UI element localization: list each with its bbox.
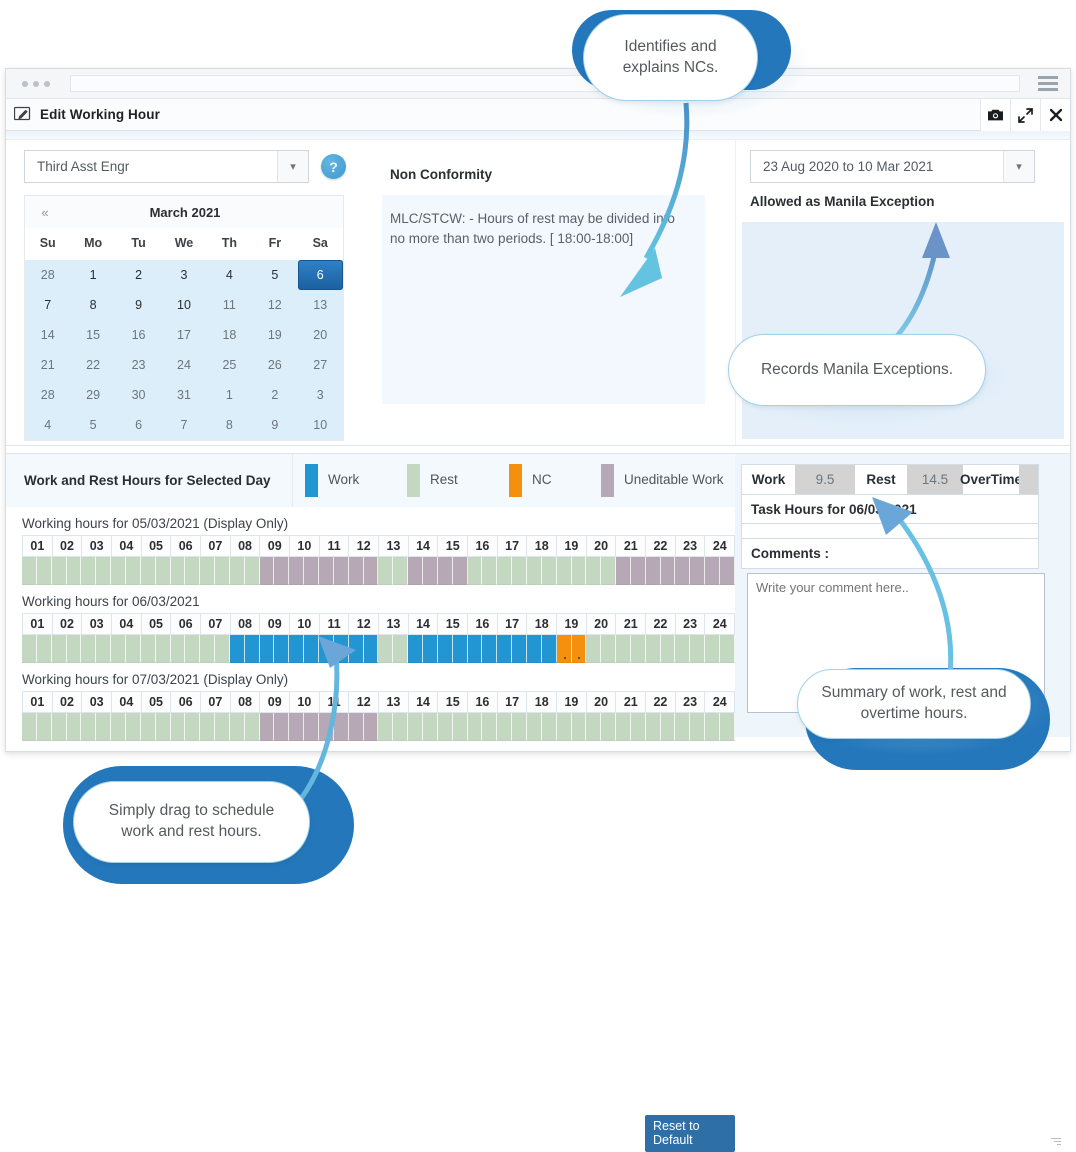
reset-to-default-button[interactable]: Reset to Default	[645, 1115, 735, 1152]
arrow-drag	[297, 636, 356, 802]
callout-manila: Records Manila Exceptions.	[728, 334, 986, 406]
callout-drag: Simply drag to schedule work and rest ho…	[73, 781, 310, 863]
callout-summary: Summary of work, rest and overtime hours…	[797, 669, 1031, 739]
textarea-resize-grip[interactable]	[1051, 1136, 1061, 1146]
callout-nc: Identifies and explains NCs.	[583, 14, 758, 101]
